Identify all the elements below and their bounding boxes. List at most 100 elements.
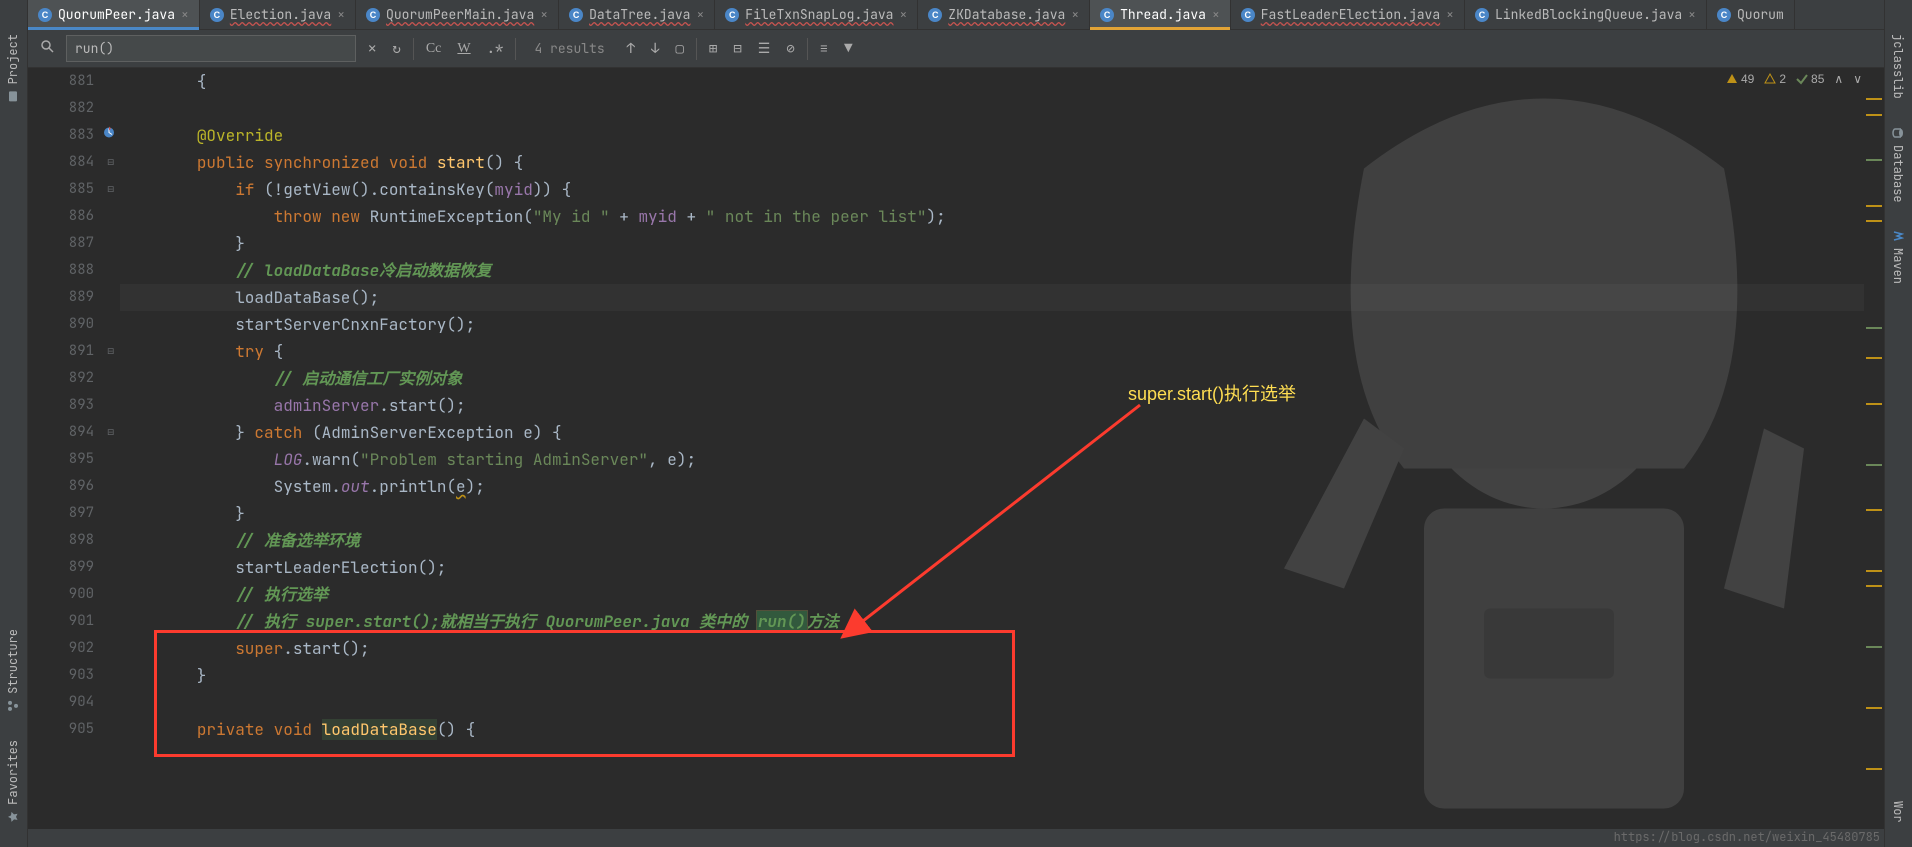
tab-thread-java[interactable]: CThread.java× [1090, 0, 1231, 29]
line-number[interactable]: 887 [28, 230, 120, 257]
inspection-indicators[interactable]: 49 2 85 ∧ ∨ [1726, 72, 1862, 86]
tab-election-java[interactable]: CElection.java× [200, 0, 356, 29]
line-number[interactable]: 882 [28, 95, 120, 122]
next-highlight-icon[interactable]: ∨ [1853, 72, 1862, 86]
words-icon[interactable]: W [453, 37, 474, 61]
close-tab-icon[interactable]: × [1212, 6, 1220, 23]
close-tab-icon[interactable]: × [337, 6, 345, 23]
code-line[interactable]: try { [120, 338, 1864, 365]
wor-tool-tab[interactable]: Wor [1885, 787, 1911, 837]
line-number[interactable]: 898 [28, 527, 120, 554]
tab-fastleaderelection-java[interactable]: CFastLeaderElection.java× [1231, 0, 1465, 29]
code-line[interactable]: // loadDataBase冷启动数据恢复 [120, 257, 1864, 284]
tab-quorumpeer-java[interactable]: CQuorumPeer.java× [28, 0, 200, 29]
tab-linkedblockingqueue-java[interactable]: CLinkedBlockingQueue.java× [1465, 0, 1707, 29]
line-number[interactable]: 895 [28, 446, 120, 473]
code-line[interactable]: loadDataBase(); [120, 284, 1864, 311]
code-line[interactable]: } [120, 662, 1864, 689]
tab-quorum[interactable]: CQuorum [1707, 0, 1795, 29]
code-line[interactable]: // 执行 super.start();就相当于执行 QuorumPeer.ja… [120, 608, 1864, 635]
line-number[interactable]: 904 [28, 689, 120, 716]
search-icon[interactable] [36, 35, 58, 62]
database-tool-tab[interactable]: Database [1885, 113, 1911, 217]
find-input[interactable] [66, 35, 356, 62]
line-number[interactable]: 892 [28, 365, 120, 392]
override-icon[interactable] [102, 122, 116, 149]
line-number[interactable]: 900 [28, 581, 120, 608]
favorites-tool-tab[interactable]: Favorites [0, 726, 26, 837]
code-line[interactable]: // 准备选举环境 [120, 527, 1864, 554]
code-line[interactable]: // 启动通信工厂实例对象 [120, 365, 1864, 392]
jclasslib-tool-tab[interactable]: jclasslib [1885, 20, 1911, 113]
maven-tool-tab[interactable]: Maven [1885, 216, 1911, 298]
code-line[interactable]: System.out.println(e); [120, 473, 1864, 500]
line-number[interactable]: 889 [28, 284, 120, 311]
line-number[interactable]: 902 [28, 635, 120, 662]
code-line[interactable]: if (!getView().containsKey(myid)) { [120, 176, 1864, 203]
code-line[interactable]: startLeaderElection(); [120, 554, 1864, 581]
line-number[interactable]: 897 [28, 500, 120, 527]
close-tab-icon[interactable]: × [899, 6, 907, 23]
fold-icon[interactable]: ⊟ [107, 338, 114, 365]
close-tab-icon[interactable]: × [696, 6, 704, 23]
line-number[interactable]: 903 [28, 662, 120, 689]
line-number[interactable]: 886 [28, 203, 120, 230]
code-line[interactable]: private void loadDataBase() { [120, 716, 1864, 743]
line-number[interactable]: 894⊟ [28, 419, 120, 446]
fold-icon[interactable]: ⊟ [107, 176, 114, 203]
code-line[interactable]: @Override [120, 122, 1864, 149]
code-line[interactable]: LOG.warn("Problem starting AdminServer",… [120, 446, 1864, 473]
code-line[interactable] [120, 689, 1864, 716]
fold-icon[interactable]: ⊟ [107, 149, 114, 176]
line-number[interactable]: 884⊟ [28, 149, 120, 176]
line-number[interactable]: 899 [28, 554, 120, 581]
line-number[interactable]: 890 [28, 311, 120, 338]
gutter[interactable]: 881882883884⊟885⊟886887888889890891⊟8928… [28, 68, 120, 829]
tab-quorumpeermain-java[interactable]: CQuorumPeerMain.java× [356, 0, 559, 29]
line-number[interactable]: 901 [28, 608, 120, 635]
line-number[interactable]: 891⊟ [28, 338, 120, 365]
close-tab-icon[interactable]: × [1446, 6, 1454, 23]
line-number[interactable]: 883 [28, 122, 120, 149]
history-icon[interactable]: ↻ [388, 36, 404, 62]
select-all-occurrences-icon[interactable]: ☰ [754, 36, 775, 62]
settings-icon[interactable]: ≡ [816, 36, 832, 62]
prev-match-icon[interactable]: ↑ [623, 36, 639, 62]
select-all-icon[interactable]: ▢ [671, 36, 687, 62]
code-line[interactable] [120, 95, 1864, 122]
code-area[interactable]: { @Override public synchronized void sta… [120, 68, 1864, 829]
typos-indicator[interactable]: 85 [1796, 72, 1824, 86]
code-line[interactable]: throw new RuntimeException("My id " + my… [120, 203, 1864, 230]
structure-tool-tab[interactable]: Structure [0, 615, 26, 726]
clear-search-icon[interactable]: ✕ [364, 36, 380, 62]
tab-datatree-java[interactable]: CDataTree.java× [559, 0, 715, 29]
code-line[interactable]: } [120, 230, 1864, 257]
filter-icon[interactable]: ▼ [840, 36, 856, 62]
weak-warnings-indicator[interactable]: 2 [1764, 72, 1786, 86]
code-line[interactable]: adminServer.start(); [120, 392, 1864, 419]
tab-filetxnsnaplog-java[interactable]: CFileTxnSnapLog.java× [715, 0, 918, 29]
code-line[interactable]: { [120, 68, 1864, 95]
line-number[interactable]: 881 [28, 68, 120, 95]
minimap[interactable] [1864, 68, 1884, 829]
line-number[interactable]: 905 [28, 716, 120, 743]
remove-selection-icon[interactable]: ⊟ [729, 36, 745, 62]
close-tab-icon[interactable]: × [181, 6, 189, 23]
code-line[interactable]: } catch (AdminServerException e) { [120, 419, 1864, 446]
prev-highlight-icon[interactable]: ∧ [1834, 72, 1843, 86]
next-match-icon[interactable]: ↓ [647, 36, 663, 62]
exclude-icon[interactable]: ⊘ [782, 36, 798, 62]
line-number[interactable]: 896 [28, 473, 120, 500]
add-selection-icon[interactable]: ⊞ [705, 36, 721, 62]
line-number[interactable]: 893 [28, 392, 120, 419]
code-line[interactable]: public synchronized void start() { [120, 149, 1864, 176]
warnings-indicator[interactable]: 49 [1726, 72, 1754, 86]
close-tab-icon[interactable]: × [1688, 6, 1696, 23]
code-line[interactable]: startServerCnxnFactory(); [120, 311, 1864, 338]
tab-zkdatabase-java[interactable]: CZKDatabase.java× [918, 0, 1090, 29]
close-tab-icon[interactable]: × [540, 6, 548, 23]
line-number[interactable]: 888 [28, 257, 120, 284]
regex-icon[interactable]: .* [483, 36, 508, 62]
close-tab-icon[interactable]: × [1071, 6, 1079, 23]
match-case-icon[interactable]: Cc [422, 37, 446, 61]
